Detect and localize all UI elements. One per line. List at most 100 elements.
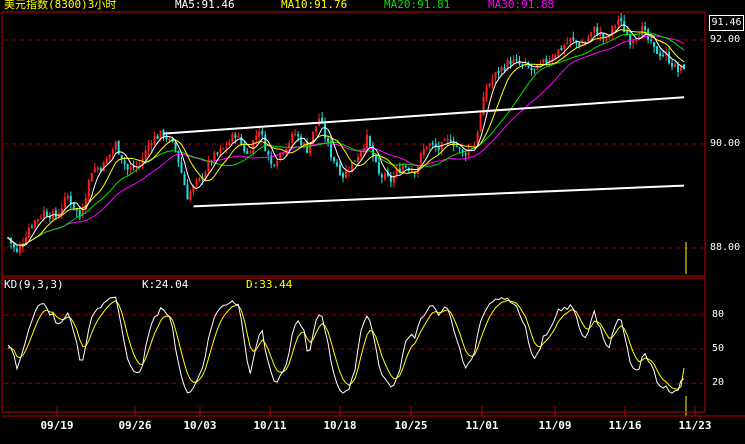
candle-body xyxy=(485,87,488,98)
candle-body xyxy=(147,145,150,151)
candle-body xyxy=(572,37,575,40)
chart-canvas xyxy=(1,11,745,417)
price-tick-label: 90.00 xyxy=(710,138,741,149)
candle-body xyxy=(443,139,446,141)
candle-body xyxy=(240,136,243,145)
candle-body xyxy=(249,152,252,154)
trendline xyxy=(163,96,685,135)
candle-body xyxy=(153,136,156,145)
candle-body xyxy=(105,158,108,164)
candle-body xyxy=(668,51,671,64)
candle-body xyxy=(168,138,171,141)
candle-body xyxy=(464,153,467,156)
candle-body xyxy=(530,67,533,71)
candle-body xyxy=(93,168,96,173)
kd-d-line xyxy=(7,299,685,390)
candle-body xyxy=(297,134,300,137)
candle-body xyxy=(455,146,458,148)
candle-body xyxy=(428,144,431,146)
candle-body xyxy=(446,138,449,141)
ma10-line xyxy=(7,29,685,246)
candle-body xyxy=(123,160,126,165)
kd-panel xyxy=(4,296,703,416)
candle-body xyxy=(225,146,228,148)
candle-body xyxy=(207,160,210,172)
candle-body xyxy=(177,150,180,163)
candle-body xyxy=(276,161,279,167)
candle-body xyxy=(222,148,225,150)
candle-body xyxy=(129,167,132,170)
candle-body xyxy=(545,58,548,63)
x-tick-label: 10/03 xyxy=(183,419,217,432)
candle-body xyxy=(342,173,345,178)
candle-body xyxy=(42,210,45,218)
candle-body xyxy=(542,59,545,63)
candle-body xyxy=(156,135,159,140)
chart-frame xyxy=(1,11,745,417)
ma10-label: MA10:91.76 xyxy=(281,0,348,11)
candle-body xyxy=(422,149,425,155)
candle-body xyxy=(566,42,569,44)
candle-body xyxy=(27,227,30,238)
candle-body xyxy=(189,191,192,201)
candle-body xyxy=(114,141,117,150)
candle-body xyxy=(345,170,348,178)
candle-body xyxy=(476,132,479,144)
x-tick-label: 10/11 xyxy=(253,419,287,432)
candle-body xyxy=(198,177,201,181)
candle-body xyxy=(219,148,222,154)
candle-body xyxy=(267,151,270,155)
candle-body xyxy=(674,63,677,67)
candle-body xyxy=(237,135,240,138)
price-tick-label: 88.00 xyxy=(710,242,741,253)
candle-body xyxy=(569,38,572,43)
candle-body xyxy=(431,142,434,145)
candle-body xyxy=(150,142,153,146)
x-tick-label: 11/09 xyxy=(538,419,572,432)
candle-body xyxy=(39,217,42,219)
candle-body xyxy=(560,47,563,50)
candle-body xyxy=(512,59,515,64)
candle-body xyxy=(15,248,18,252)
candle-body xyxy=(66,195,69,199)
chart-title: 美元指数(8300)3小时 xyxy=(4,0,117,11)
candle-body xyxy=(356,156,359,162)
candle-body xyxy=(500,66,503,72)
kd-d-value: D:33.44 xyxy=(246,278,293,291)
candle-body xyxy=(216,152,219,154)
candle-body xyxy=(557,49,560,57)
trendline xyxy=(193,184,685,208)
candle-body xyxy=(671,63,674,67)
candle-body xyxy=(291,133,294,143)
kd-tick-label: 20 xyxy=(712,377,725,389)
price-tick-label: 92.00 xyxy=(710,34,741,45)
candle-body xyxy=(303,142,306,145)
candle-body xyxy=(656,46,659,55)
x-tick-label: 11/16 xyxy=(608,419,642,432)
x-tick-label: 11/23 xyxy=(678,419,712,432)
candle-body xyxy=(359,151,362,158)
candle-body xyxy=(494,72,497,79)
candle-body xyxy=(368,136,371,146)
candle-body xyxy=(659,53,662,57)
candle-body xyxy=(458,147,461,149)
candle-body xyxy=(333,157,336,162)
candle-body xyxy=(69,195,72,204)
candle-body xyxy=(380,174,383,178)
candle-body xyxy=(479,113,482,132)
candle-body xyxy=(255,135,258,140)
x-tick-label: 09/19 xyxy=(40,419,74,432)
candle-body xyxy=(36,219,39,221)
ma20-label: MA20:91.81 xyxy=(384,0,451,11)
candle-body xyxy=(33,220,36,228)
kd-tick-label: 50 xyxy=(712,343,725,354)
candle-body xyxy=(12,243,15,248)
candle-body xyxy=(593,26,596,32)
candle-body xyxy=(234,134,237,138)
kd-tick-label: 80 xyxy=(712,308,725,320)
candle-body xyxy=(632,40,635,44)
ma20-line xyxy=(7,31,685,246)
candle-body xyxy=(99,167,102,171)
x-tick-label: 09/26 xyxy=(118,419,152,432)
candle-body xyxy=(273,164,276,166)
